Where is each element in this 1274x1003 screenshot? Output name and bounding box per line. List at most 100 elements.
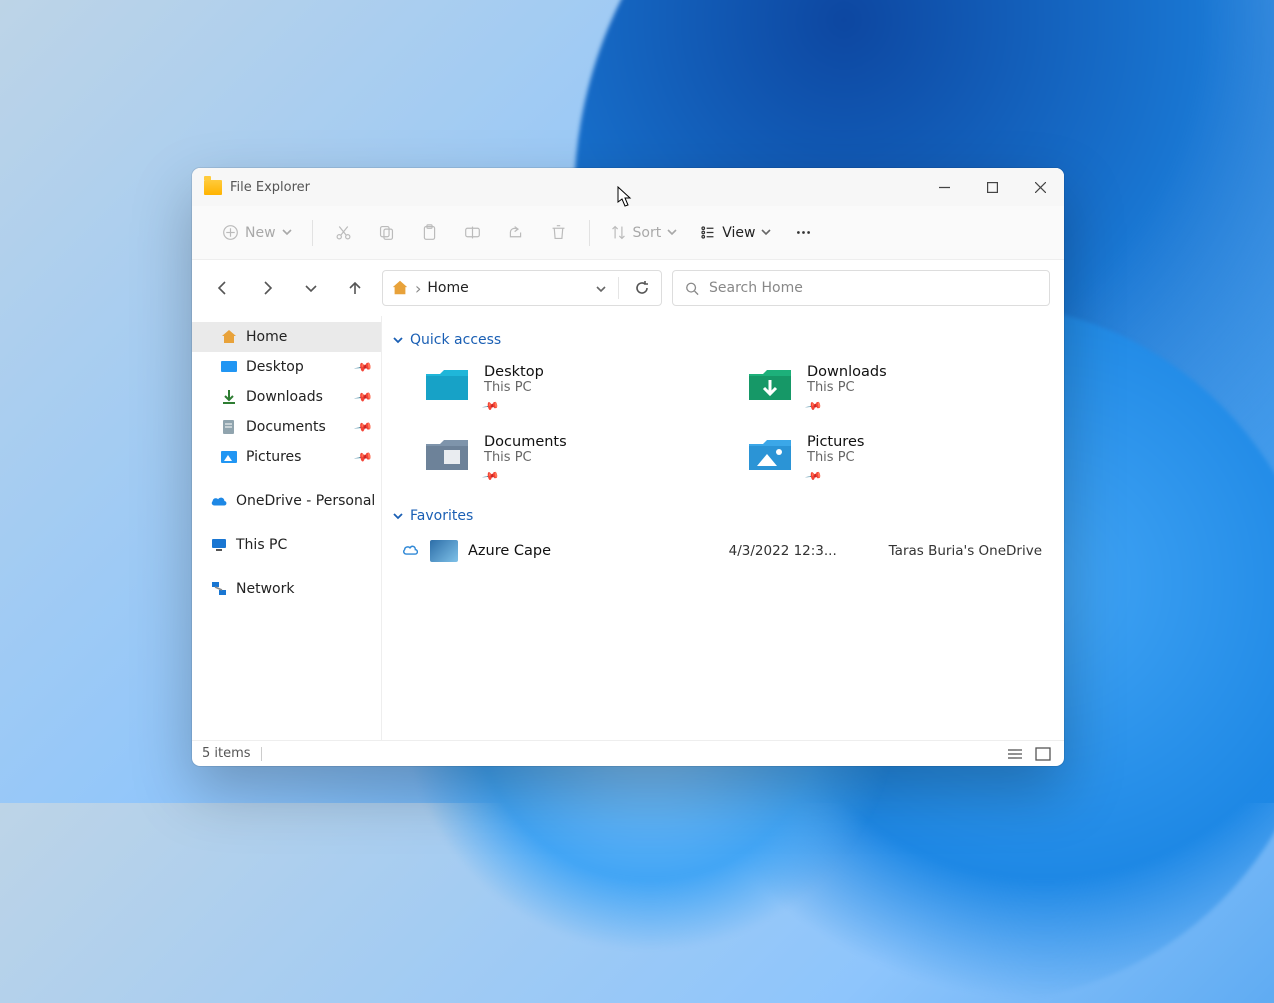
paste-button[interactable] <box>409 214 450 252</box>
sidebar-item-label: Desktop <box>246 359 304 375</box>
chevron-down-icon <box>392 510 404 522</box>
titlebar[interactable]: File Explorer <box>192 168 1064 206</box>
separator <box>312 220 313 246</box>
pin-icon: 📌 <box>805 397 824 416</box>
pin-icon: 📌 <box>482 397 501 416</box>
sidebar-item-label: OneDrive - Personal <box>236 493 375 509</box>
view-button-label: View <box>722 225 755 241</box>
pin-icon: 📌 <box>353 417 373 437</box>
folder-documents-icon <box>422 434 472 474</box>
file-thumbnail <box>430 540 458 562</box>
item-name: Documents <box>484 434 567 450</box>
search-icon <box>685 281 699 296</box>
item-location: This PC <box>807 380 887 395</box>
separator <box>589 220 590 246</box>
sidebar-item-pictures[interactable]: Pictures 📌 <box>192 442 381 472</box>
sidebar-item-home[interactable]: Home <box>192 322 381 352</box>
quick-access-pictures[interactable]: Pictures This PC 📌 <box>739 428 1046 490</box>
rename-button[interactable] <box>452 214 493 252</box>
sidebar: Home Desktop 📌 Downloads 📌 Documents 📌 P… <box>192 316 382 740</box>
search-input[interactable] <box>709 280 1037 296</box>
item-location: This PC <box>807 450 864 465</box>
sidebar-item-label: Downloads <box>246 389 323 405</box>
sidebar-item-desktop[interactable]: Desktop 📌 <box>192 352 381 382</box>
new-button[interactable]: New <box>212 214 302 252</box>
downloads-icon <box>220 388 238 406</box>
cloud-icon <box>210 492 228 510</box>
window-title: File Explorer <box>230 180 310 195</box>
network-icon <box>210 580 228 598</box>
plus-circle-icon <box>222 224 239 241</box>
search-box[interactable] <box>672 270 1050 306</box>
sidebar-item-onedrive[interactable]: OneDrive - Personal <box>192 486 381 516</box>
quick-access-documents[interactable]: Documents This PC 📌 <box>416 428 723 490</box>
copy-button[interactable] <box>366 214 407 252</box>
folder-desktop-icon <box>422 364 472 404</box>
sidebar-item-thispc[interactable]: This PC <box>192 530 381 560</box>
sidebar-item-documents[interactable]: Documents 📌 <box>192 412 381 442</box>
cut-button[interactable] <box>323 214 364 252</box>
sidebar-item-label: Home <box>246 329 287 345</box>
ellipsis-icon <box>795 224 812 241</box>
rename-icon <box>464 224 481 241</box>
tiles-view-button[interactable] <box>1032 745 1054 763</box>
chevron-down-icon <box>667 225 677 241</box>
chevron-down-icon[interactable] <box>596 279 606 298</box>
home-icon <box>391 279 409 297</box>
chevron-down-icon <box>761 225 771 241</box>
maximize-button[interactable] <box>968 168 1016 206</box>
folder-pictures-icon <box>745 434 795 474</box>
sort-icon <box>610 224 627 241</box>
details-view-button[interactable] <box>1004 745 1026 763</box>
more-button[interactable] <box>783 214 824 252</box>
content-pane: Quick access Desktop This PC 📌 Downloads… <box>382 316 1064 740</box>
view-button[interactable]: View <box>689 214 781 252</box>
delete-button[interactable] <box>538 214 579 252</box>
share-button[interactable] <box>495 214 536 252</box>
section-title: Favorites <box>410 508 473 524</box>
address-bar[interactable]: › Home <box>382 270 662 306</box>
pin-icon: 📌 <box>353 357 373 377</box>
refresh-button[interactable] <box>631 277 653 299</box>
desktop-icon <box>220 358 238 376</box>
item-location: This PC <box>484 380 544 395</box>
home-icon <box>220 328 238 346</box>
back-button[interactable] <box>206 271 240 305</box>
item-name: Desktop <box>484 364 544 380</box>
sidebar-item-downloads[interactable]: Downloads 📌 <box>192 382 381 412</box>
sidebar-item-label: This PC <box>236 537 287 553</box>
cloud-status-icon <box>400 542 420 561</box>
scissors-icon <box>335 224 352 241</box>
sidebar-item-label: Pictures <box>246 449 301 465</box>
favorites-header[interactable]: Favorites <box>392 508 1046 524</box>
breadcrumb-location[interactable]: Home <box>427 280 468 296</box>
recent-button[interactable] <box>294 271 328 305</box>
documents-icon <box>220 418 238 436</box>
sort-button[interactable]: Sort <box>600 214 688 252</box>
forward-button[interactable] <box>250 271 284 305</box>
computer-icon <box>210 536 228 554</box>
pin-icon: 📌 <box>805 467 824 486</box>
quick-access-desktop[interactable]: Desktop This PC 📌 <box>416 358 723 420</box>
sidebar-item-label: Documents <box>246 419 326 435</box>
quick-access-downloads[interactable]: Downloads This PC 📌 <box>739 358 1046 420</box>
pin-icon: 📌 <box>353 447 373 467</box>
chevron-down-icon <box>282 225 292 241</box>
close-button[interactable] <box>1016 168 1064 206</box>
quick-access-header[interactable]: Quick access <box>392 332 1046 348</box>
item-location: This PC <box>484 450 567 465</box>
explorer-icon <box>204 180 222 195</box>
file-location: Taras Buria's OneDrive <box>889 543 1042 559</box>
chevron-down-icon <box>392 334 404 346</box>
sort-button-label: Sort <box>633 225 662 241</box>
minimize-button[interactable] <box>920 168 968 206</box>
folder-downloads-icon <box>745 364 795 404</box>
pictures-icon <box>220 448 238 466</box>
sidebar-item-network[interactable]: Network <box>192 574 381 604</box>
address-bar-row: › Home <box>192 260 1064 316</box>
pin-icon: 📌 <box>482 467 501 486</box>
copy-icon <box>378 224 395 241</box>
favorite-item[interactable]: Azure Cape 4/3/2022 12:3... Taras Buria'… <box>392 534 1046 568</box>
up-button[interactable] <box>338 271 372 305</box>
file-explorer-window: File Explorer New Sort View <box>192 168 1064 766</box>
